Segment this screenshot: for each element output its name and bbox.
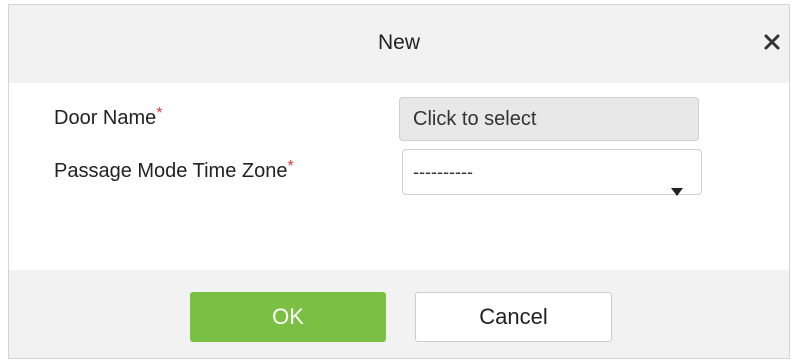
- passage-mode-time-zone-value: ----------: [413, 162, 473, 182]
- required-mark: *: [156, 105, 163, 122]
- door-name-select-field[interactable]: Click to select: [399, 97, 699, 141]
- ok-button[interactable]: OK: [190, 292, 386, 342]
- dialog-body: Door Name* Click to select Passage Mode …: [9, 83, 789, 270]
- passage-mode-time-zone-label-text: Passage Mode Time Zone: [54, 160, 288, 182]
- door-name-value: Click to select: [413, 108, 537, 130]
- cancel-button[interactable]: Cancel: [415, 292, 612, 342]
- passage-mode-time-zone-label: Passage Mode Time Zone*: [54, 158, 294, 183]
- door-name-label: Door Name*: [54, 105, 163, 130]
- dialog-title: New: [377, 31, 420, 54]
- door-name-label-text: Door Name: [54, 107, 157, 129]
- new-dialog: New Door Name* Click to select Passage M…: [8, 4, 790, 359]
- required-mark: *: [287, 158, 294, 175]
- close-icon[interactable]: [761, 31, 783, 53]
- dialog-footer: OK Cancel: [9, 270, 789, 358]
- passage-mode-time-zone-dropdown[interactable]: ----------: [402, 149, 702, 196]
- caret-down-icon: [671, 168, 683, 196]
- dialog-header: New: [9, 5, 789, 83]
